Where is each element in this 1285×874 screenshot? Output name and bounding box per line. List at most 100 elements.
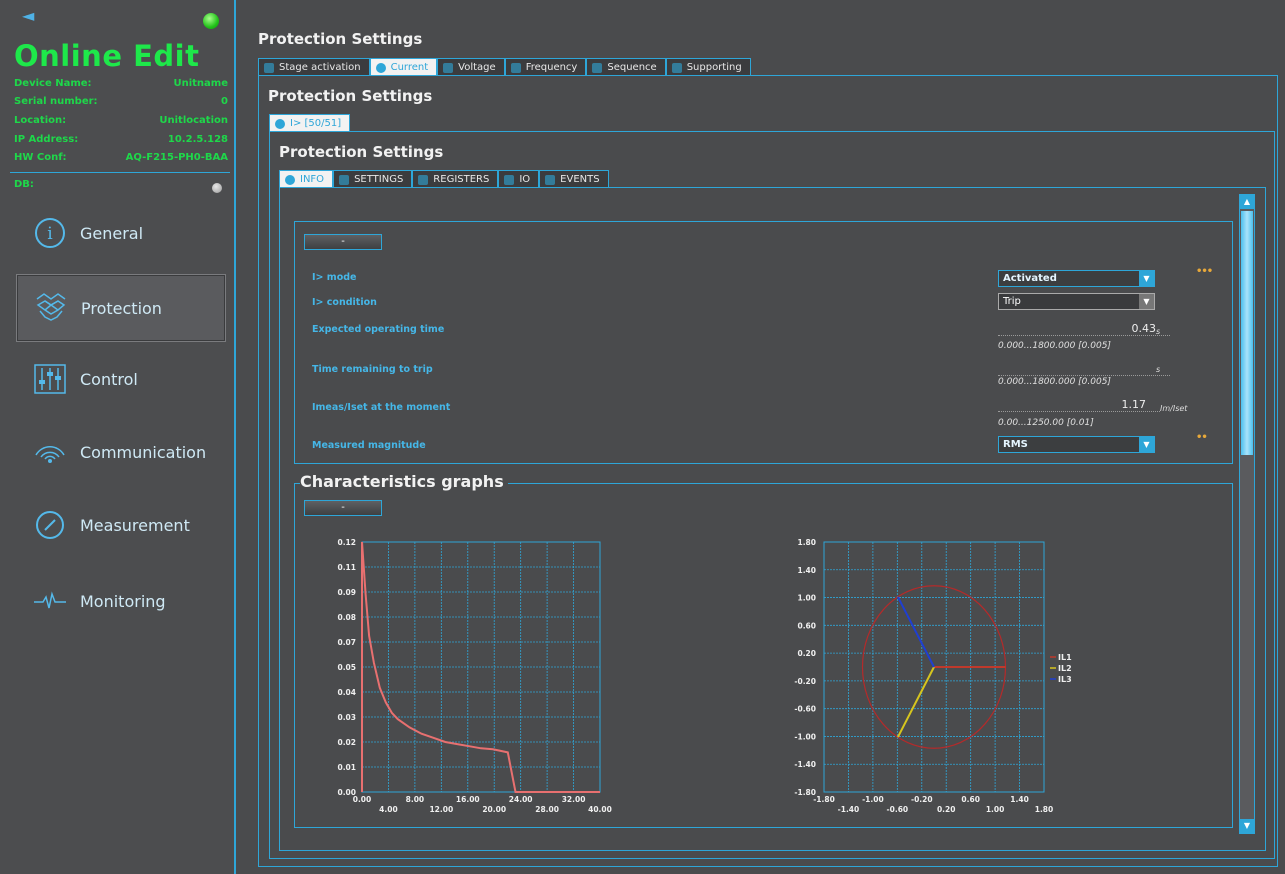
condition-select[interactable]: Trip ▼ [998,293,1155,310]
time-remaining-unit: s [1156,365,1161,374]
tab-registers[interactable]: REGISTERS [412,170,499,188]
y-tick-label: 0.05 [337,663,356,672]
tab-frequency[interactable]: Frequency [504,58,587,76]
back-arrow-icon[interactable]: ◄ [22,6,34,25]
mode-select[interactable]: Activated ▼ [998,270,1155,287]
ip-address-value: 10.2.5.128 [167,134,228,145]
operating-time-field: 0.43 [998,322,1170,336]
operating-time-unit: s [1156,327,1161,336]
app-window: ◄ Online Edit Device Name: Unitname Seri… [0,0,1285,874]
nav-item-control[interactable]: Control [16,348,226,410]
legend-label-il2: IL2 [1058,664,1072,673]
phasor-il2 [897,666,935,738]
x-tick-label: -0.60 [887,805,909,814]
page-title: Protection Settings [258,30,423,48]
x-tick-label: 8.00 [406,795,425,804]
imeas-unit: Im/Iset [1160,404,1188,413]
nav-label-general: General [80,223,144,243]
operating-time-range: 0.000...1800.000 [0.005] [998,341,1111,351]
y-tick-label: 1.40 [797,566,816,575]
protection-icon [33,290,69,326]
nav-item-monitoring[interactable]: Monitoring [16,570,226,632]
y-tick-label: -1.40 [794,760,816,769]
nav-item-general[interactable]: i General [16,202,226,264]
x-tick-label: 40.00 [588,805,612,814]
tab-events[interactable]: EVENTS [539,170,609,188]
tab-voltage[interactable]: Voltage [437,58,505,76]
tab-supporting[interactable]: Supporting [665,58,751,76]
tab-current[interactable]: Current [369,58,438,76]
y-tick-label: 0.11 [337,563,356,572]
imeas-label: Imeas/Iset at the moment [312,402,451,413]
tab-info[interactable]: INFO [279,170,334,188]
time-remaining-range: 0.000...1800.000 [0.005] [998,377,1111,387]
db-label: DB: [14,179,34,190]
time-remaining-label: Time remaining to trip [312,364,433,375]
x-tick-label: 0.60 [961,795,980,804]
x-tick-label: 24.00 [509,795,533,804]
time-remaining-field [998,361,1170,376]
y-tick-label: 0.04 [337,688,356,697]
sliders-icon [32,361,68,397]
graphs-collapse-button[interactable]: - [304,500,382,516]
serial-number-row: Serial number: 0 [14,96,228,112]
device-name-row: Device Name: Unitname [14,78,228,94]
y-tick-label: 0.20 [797,649,816,658]
operating-time-value: 0.43 [1131,322,1157,335]
magnitude-label: Measured magnitude [312,440,426,451]
x-tick-label: 4.00 [379,805,398,814]
x-tick-label: 1.40 [1010,795,1029,804]
tab-sequence[interactable]: Sequence [586,58,666,76]
chevron-down-icon: ▼ [1139,271,1154,286]
nav-label-monitoring: Monitoring [80,591,166,611]
location-value: Unitlocation [159,115,228,126]
x-tick-label: -1.80 [813,795,835,804]
scrollbar[interactable]: ▲ ▼ [1239,194,1255,834]
nav-item-communication[interactable]: Communication [16,421,226,483]
gauge-icon [32,507,68,543]
legend-label-il3: IL3 [1058,675,1072,684]
y-tick-label: -1.00 [794,732,816,741]
mode-label: I> mode [312,272,357,283]
y-tick-label: 0.01 [337,763,356,772]
stage-tabs: I> [50/51] [269,114,351,132]
chevron-down-icon: ▼ [1139,437,1154,452]
scrollbar-thumb[interactable] [1241,211,1253,455]
tab-io[interactable]: IO [498,170,540,188]
hw-conf-label: HW Conf: [14,152,67,163]
condition-select-value: Trip [1003,296,1021,307]
magnitude-select[interactable]: RMS ▼ [998,436,1155,453]
x-tick-label: 0.20 [937,805,956,814]
section-title: Protection Settings [279,143,444,161]
magnitude-options-icon[interactable]: •• [1196,432,1208,443]
online-status-led-icon [203,13,219,29]
phasor-il3 [897,596,935,668]
ip-address-row: IP Address: 10.2.5.128 [14,134,228,150]
mode-options-icon[interactable]: ••• [1196,266,1213,277]
scroll-down-icon[interactable]: ▼ [1240,819,1254,833]
wifi-icon [32,434,68,470]
db-status-led-icon [212,183,222,193]
scroll-up-icon[interactable]: ▲ [1240,195,1254,209]
hw-conf-value: AQ-F215-PH0-BAA [125,152,228,163]
imeas-field: 1.17 [998,398,1160,412]
phasor-chart: 1.801.401.000.600.20-0.20-0.60-1.00-1.40… [794,538,1072,814]
tab-settings[interactable]: SETTINGS [333,170,413,188]
pulse-icon [32,583,68,619]
main-panel: Protection Settings Stage activation Cur… [238,0,1285,874]
x-tick-label: 1.80 [1035,805,1054,814]
x-tick-label: -1.00 [862,795,884,804]
x-tick-label: 28.00 [535,805,559,814]
y-tick-label: 1.00 [797,594,816,603]
nav-item-protection[interactable]: Protection [16,274,226,342]
nav-item-measurement[interactable]: Measurement [16,494,226,556]
tab-stage-activation[interactable]: Stage activation [258,58,370,76]
imeas-value: 1.17 [1121,398,1147,411]
y-tick-label: 1.80 [797,538,816,547]
online-edit-title: Online Edit [14,39,200,73]
sidebar: ◄ Online Edit Device Name: Unitname Seri… [0,0,236,874]
tab-i-stage[interactable]: I> [50/51] [269,114,351,132]
parameters-collapse-button[interactable]: - [304,234,382,250]
x-tick-label: 1.00 [986,805,1005,814]
operating-time-chart: 0.00 0.01 0.02 0.03 0.04 0.05 0.07 0.08 0.09 0.11… [337,538,612,814]
